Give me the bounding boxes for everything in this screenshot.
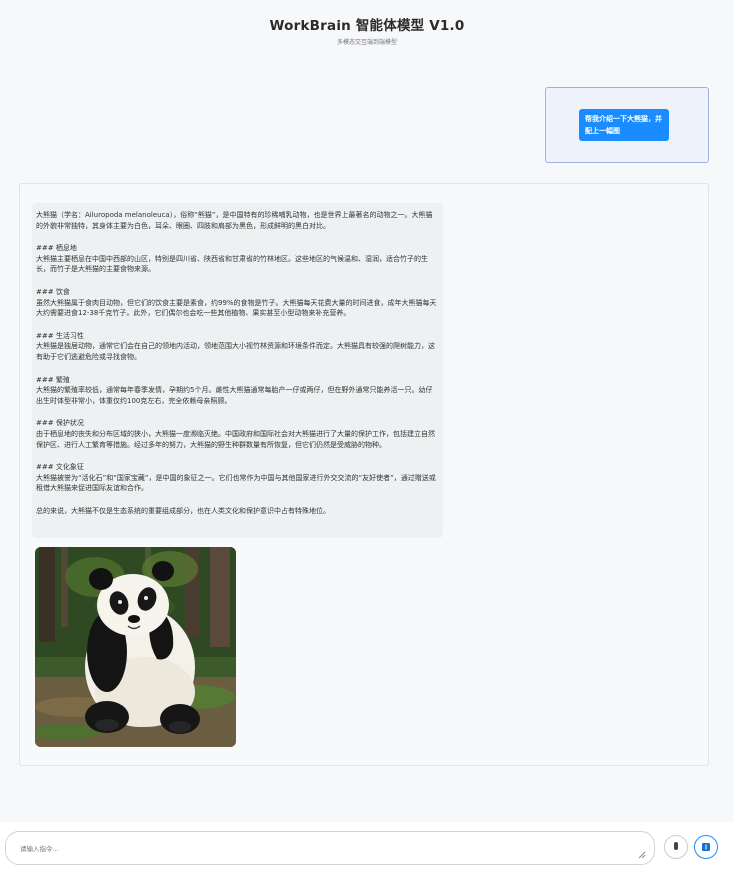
paragraph-body: 总的来说，大熊猫不仅是生态系统的重要组成部分，也在人类文化和保护意识中占有特殊地…: [36, 506, 330, 515]
paragraph-culture: ### 文化象征 大熊猫被誉为“活化石”和“国家宝藏”，是中国的象征之一。它们也…: [36, 462, 437, 494]
paragraph-heading: ### 栖息地: [36, 244, 77, 253]
paragraph-heading: ### 保护状况: [36, 419, 84, 428]
microphone-icon: [674, 842, 678, 850]
command-input[interactable]: [5, 831, 655, 865]
page-header: WorkBrain 智能体模型 V1.0 多模态交互端到端模型: [0, 0, 734, 46]
paragraph-summary: 总的来说，大熊猫不仅是生态系统的重要组成部分，也在人类文化和保护意识中占有特殊地…: [36, 506, 437, 517]
paragraph-habits: ### 生活习性 大熊猫是独居动物，通常它们会在自己的领地内活动，领地范围大小视…: [36, 331, 437, 363]
input-bar: [0, 822, 734, 872]
panda-illustration: [35, 547, 236, 747]
paragraph-body: 大熊猫（学名：Ailuropoda melanoleuca），俗称“熊猫”，是中…: [36, 211, 433, 230]
send-icon: [702, 843, 710, 851]
paragraph-heading: ### 生活习性: [36, 331, 84, 340]
user-message-card: 帮我介绍一下大熊猫，并配上一幅图: [545, 87, 709, 163]
paragraph-body: 大熊猫的繁殖率较低，通常每年春季发情，孕期约5个月。雌性大熊猫通常每胎产一仔或两…: [36, 386, 433, 405]
paragraph-heading: ### 饮食: [36, 287, 70, 296]
resize-grip-icon[interactable]: [638, 851, 646, 859]
paragraph-diet: ### 饮食 虽然大熊猫属于食肉目动物，但它们的饮食主要是素食，约99%的食物是…: [36, 287, 437, 319]
bot-message-text: 大熊猫（学名：Ailuropoda melanoleuca），俗称“熊猫”，是中…: [32, 203, 443, 538]
panda-image[interactable]: [35, 547, 236, 747]
paragraph-conservation: ### 保护状况 由于栖息地的丧失和分布区域的狭小，大熊猫一度濒临灭绝。中国政府…: [36, 418, 437, 450]
paragraph-intro: 大熊猫（学名：Ailuropoda melanoleuca），俗称“熊猫”，是中…: [36, 210, 437, 231]
microphone-button[interactable]: [664, 835, 688, 859]
paragraph-body: 由于栖息地的丧失和分布区域的狭小，大熊猫一度濒临灭绝。中国政府和国际社会对大熊猫…: [36, 429, 435, 449]
paragraph-breeding: ### 繁殖 大熊猫的繁殖率较低，通常每年春季发情，孕期约5个月。雌性大熊猫通常…: [36, 375, 437, 407]
page-title: WorkBrain 智能体模型 V1.0: [269, 18, 465, 34]
paragraph-habitat: ### 栖息地 大熊猫主要栖息在中国中西部的山区，特别是四川省、陕西省和甘肃省的…: [36, 243, 437, 275]
paragraph-body: 大熊猫被誉为“活化石”和“国家宝藏”，是中国的象征之一。它们也常作为中国与其他国…: [36, 473, 436, 493]
paragraph-heading: ### 文化象征: [36, 463, 84, 472]
paragraph-body: 虽然大熊猫属于食肉目动物，但它们的饮食主要是素食，约99%的食物是竹子。大熊猫每…: [36, 298, 437, 318]
paragraph-heading: ### 繁殖: [36, 375, 70, 384]
paragraph-body: 大熊猫主要栖息在中国中西部的山区，特别是四川省、陕西省和甘肃省的竹林地区。这些地…: [36, 254, 428, 274]
paragraph-body: 大熊猫是独居动物，通常它们会在自己的领地内活动，领地范围大小视竹林资源和环境条件…: [36, 342, 435, 361]
bot-message-panel: 大熊猫（学名：Ailuropoda melanoleuca），俗称“熊猫”，是中…: [19, 183, 709, 766]
page-subtitle: 多模态交互端到端模型: [336, 39, 397, 46]
user-message-bubble[interactable]: 帮我介绍一下大熊猫，并配上一幅图: [579, 109, 669, 141]
send-button[interactable]: [694, 835, 718, 859]
